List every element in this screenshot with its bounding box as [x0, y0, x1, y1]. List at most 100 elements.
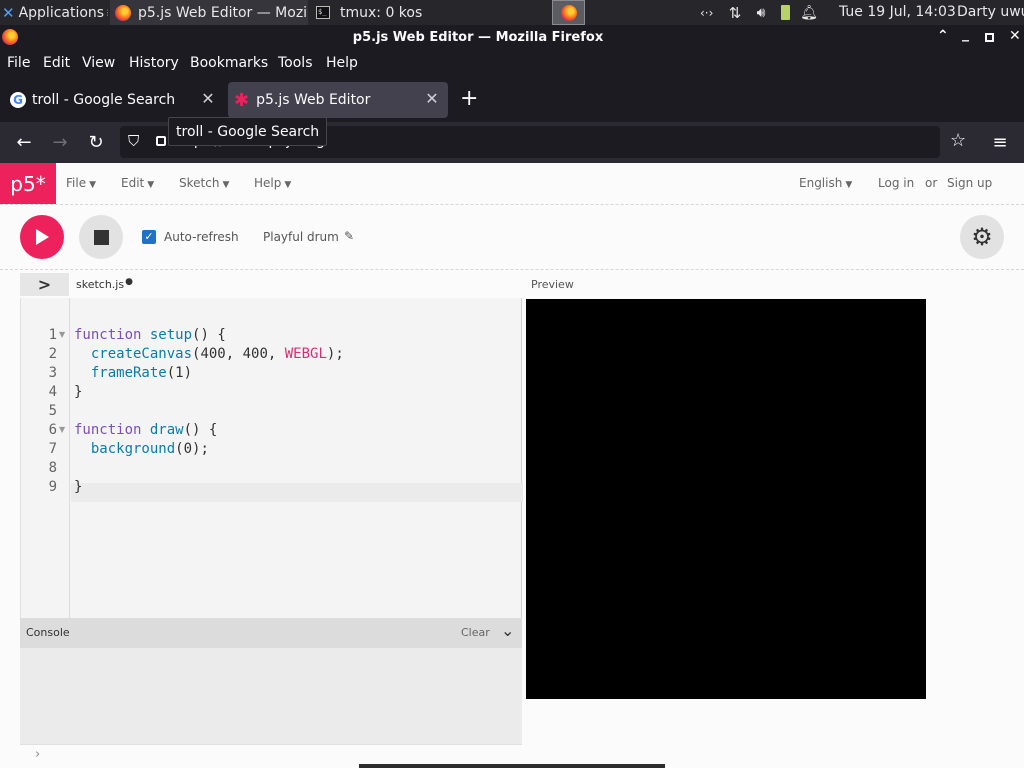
p5-logo[interactable]: p5*: [0, 163, 56, 204]
language-select[interactable]: English ▼: [799, 176, 852, 190]
caret-down-icon: ▼: [845, 180, 853, 190]
menu-help[interactable]: Help: [326, 55, 358, 71]
editor-area: > sketch.js● Preview 1 ▼ 2 3 4 5 6 ▼ 7 8…: [0, 270, 1024, 768]
window-close-button-icon[interactable]: ✕: [1009, 28, 1021, 44]
firefox-icon: [560, 4, 577, 21]
settings-button[interactable]: ⚙: [960, 215, 1004, 259]
menu-file[interactable]: File: [7, 55, 30, 71]
taskbar-window-tmux[interactable]: $_ tmux: 0 kos: [312, 0, 508, 25]
back-arrow-icon[interactable]: ←: [10, 128, 38, 156]
transfer-icon[interactable]: ⇅: [722, 4, 748, 22]
fold-arrow-icon[interactable]: ▼: [59, 420, 65, 439]
unsaved-dot-icon: ●: [125, 277, 133, 287]
menu-view[interactable]: View: [82, 55, 115, 71]
menu-edit[interactable]: Edit: [43, 55, 70, 71]
p5-menu-help[interactable]: Help ▼: [254, 176, 291, 190]
line-number: 3: [48, 365, 57, 381]
play-icon: [36, 229, 49, 245]
workspace-firefox-button[interactable]: [552, 0, 585, 25]
taskbar-window-tmux-label: tmux: 0 kos: [340, 4, 423, 21]
pencil-edit-icon[interactable]: ✎: [344, 229, 354, 243]
code-line[interactable]: frameRate(1): [74, 364, 192, 383]
firefox-icon: [115, 4, 131, 21]
window-titlebar: p5.js Web Editor — Mozilla Firefox ⌃ _ ✕: [0, 25, 1024, 50]
p5-toolbar: ✓ Auto-refresh Playful drum ✎ ⚙: [0, 205, 1024, 270]
applications-label: Applications: [18, 4, 105, 21]
file-tab-sketch[interactable]: sketch.js●: [76, 277, 133, 291]
volume-icon[interactable]: 🔊︎: [748, 5, 774, 21]
signup-link[interactable]: Sign up: [947, 176, 992, 190]
tab-strip: G troll - Google Search ✕ ✱ p5.js Web Ed…: [0, 78, 1024, 122]
code-line[interactable]: createCanvas(400, 400, WEBGL);: [74, 345, 344, 364]
user-name[interactable]: Darty uwu: [957, 4, 1024, 20]
sketch-name[interactable]: Playful drum: [263, 230, 339, 244]
line-number: 6: [48, 422, 57, 438]
code-line[interactable]: background(0);: [74, 440, 209, 459]
auto-refresh-checkbox[interactable]: ✓: [142, 230, 156, 244]
notification-bell-icon[interactable]: 🔔︎: [796, 5, 822, 21]
window-title: p5.js Web Editor — Mozilla Firefox: [352, 30, 604, 45]
gear-icon: ⚙: [971, 223, 993, 251]
console-output: [20, 648, 522, 744]
line-number: 7: [48, 441, 57, 457]
preview-canvas[interactable]: [526, 299, 926, 699]
forward-arrow-icon[interactable]: →: [46, 128, 74, 156]
p5-logo-text: p5*: [10, 171, 46, 196]
applications-menu[interactable]: ✕ Applications ≡: [2, 0, 108, 25]
console-clear-button[interactable]: Clear: [461, 626, 490, 639]
horizontal-scrollbar[interactable]: [359, 764, 665, 768]
bookmark-star-icon[interactable]: ☆: [950, 130, 966, 151]
chevron-right-icon: >: [37, 275, 52, 294]
p5-menu-edit[interactable]: Edit ▼: [121, 176, 154, 190]
tab-label: p5.js Web Editor: [256, 92, 371, 108]
taskbar-window-firefox[interactable]: p5.js Web Editor — Mozi...: [110, 0, 308, 25]
lock-icon[interactable]: [156, 136, 166, 146]
firefox-menubar: File Edit View History Bookmarks Tools H…: [0, 50, 1024, 78]
p5-menu-file[interactable]: File ▼: [66, 176, 96, 190]
auto-refresh-label[interactable]: Auto-refresh: [164, 230, 239, 244]
hamburger-menu-icon[interactable]: ≡: [986, 128, 1014, 156]
tab-label: troll - Google Search: [32, 92, 176, 108]
stop-button[interactable]: [79, 215, 123, 259]
battery-icon[interactable]: [774, 5, 796, 20]
or-text: or: [925, 176, 938, 190]
line-number: 4: [48, 384, 57, 400]
preview-label: Preview: [531, 278, 574, 291]
login-link[interactable]: Log in: [878, 176, 914, 190]
new-tab-plus-icon[interactable]: +: [460, 86, 478, 111]
console-header[interactable]: Console Clear ⌄: [20, 618, 522, 648]
navigation-toolbar: ← → ↻ ⛉ https://editor.p5js.org ☆ ≡: [0, 122, 1024, 163]
code-line[interactable]: function setup() {: [74, 326, 226, 345]
sidebar-toggle-button[interactable]: >: [20, 273, 69, 296]
line-number: 9: [48, 479, 57, 495]
menu-bookmarks[interactable]: Bookmarks: [190, 55, 268, 71]
line-number: 1: [48, 327, 57, 343]
chevron-right-icon: ›: [35, 747, 41, 762]
reload-icon[interactable]: ↻: [82, 128, 110, 156]
clock[interactable]: Tue 19 Jul, 14:03: [839, 4, 956, 20]
p5-menu-sketch[interactable]: Sketch ▼: [179, 176, 229, 190]
chevron-down-icon[interactable]: ⌄: [501, 621, 514, 640]
close-icon[interactable]: ✕: [200, 91, 216, 107]
tab-google-search[interactable]: G troll - Google Search ✕: [2, 82, 224, 118]
window-shade-button-icon[interactable]: _: [962, 26, 969, 42]
code-editor[interactable]: 1 ▼ 2 3 4 5 6 ▼ 7 8 9 function setup() {…: [20, 298, 523, 618]
close-icon[interactable]: ✕: [424, 91, 440, 107]
play-button[interactable]: [20, 215, 64, 259]
tab-tooltip: troll - Google Search: [168, 117, 328, 146]
tab-p5-editor[interactable]: ✱ p5.js Web Editor ✕: [228, 82, 448, 118]
fold-arrow-icon[interactable]: ▼: [59, 325, 65, 344]
menu-tools[interactable]: Tools: [278, 55, 313, 71]
menu-history[interactable]: History: [129, 55, 179, 71]
window-minimize-button-icon[interactable]: ⌃: [937, 28, 949, 44]
code-line[interactable]: }: [74, 478, 82, 497]
stop-icon: [93, 229, 109, 245]
network-icon[interactable]: ‹·›: [700, 6, 722, 20]
window-maximize-button-icon[interactable]: [985, 33, 994, 42]
google-icon: G: [10, 92, 26, 108]
tracking-shield-icon[interactable]: ⛉: [128, 132, 139, 150]
code-line[interactable]: }: [74, 383, 82, 402]
code-line[interactable]: function draw() {: [74, 421, 217, 440]
line-number: 8: [48, 460, 57, 476]
caret-down-icon: ▼: [147, 180, 155, 190]
